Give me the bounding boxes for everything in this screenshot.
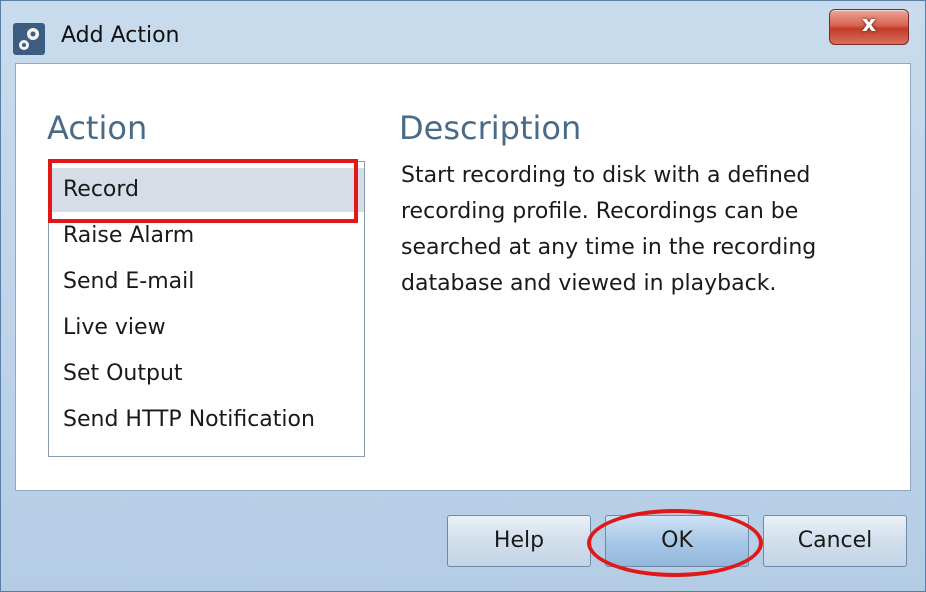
description-text: Start recording to disk with a defined r… [401, 163, 817, 296]
action-heading: Action [47, 109, 148, 147]
dialog-title: Add Action [61, 23, 180, 48]
action-item-record[interactable]: Record [49, 168, 364, 212]
help-button[interactable]: Help [447, 515, 591, 567]
action-item-send-http-notification[interactable]: Send HTTP Notification [49, 398, 364, 442]
app-icon [13, 23, 45, 55]
close-button[interactable]: x [829, 9, 909, 45]
description-heading: Description [399, 109, 582, 147]
action-item-set-output[interactable]: Set Output [49, 352, 364, 396]
action-item-live-view[interactable]: Live view [49, 306, 364, 350]
close-icon: x [861, 12, 877, 37]
cancel-button[interactable]: Cancel [763, 515, 907, 567]
action-list[interactable]: Record Raise Alarm Send E-mail Live view… [48, 161, 365, 457]
ok-button[interactable]: OK [605, 515, 749, 567]
add-action-dialog: Add Action x Action Description Record R… [0, 0, 926, 592]
title-bar[interactable]: Add Action x [1, 1, 925, 63]
action-item-send-email[interactable]: Send E-mail [49, 260, 364, 304]
action-item-raise-alarm[interactable]: Raise Alarm [49, 214, 364, 258]
